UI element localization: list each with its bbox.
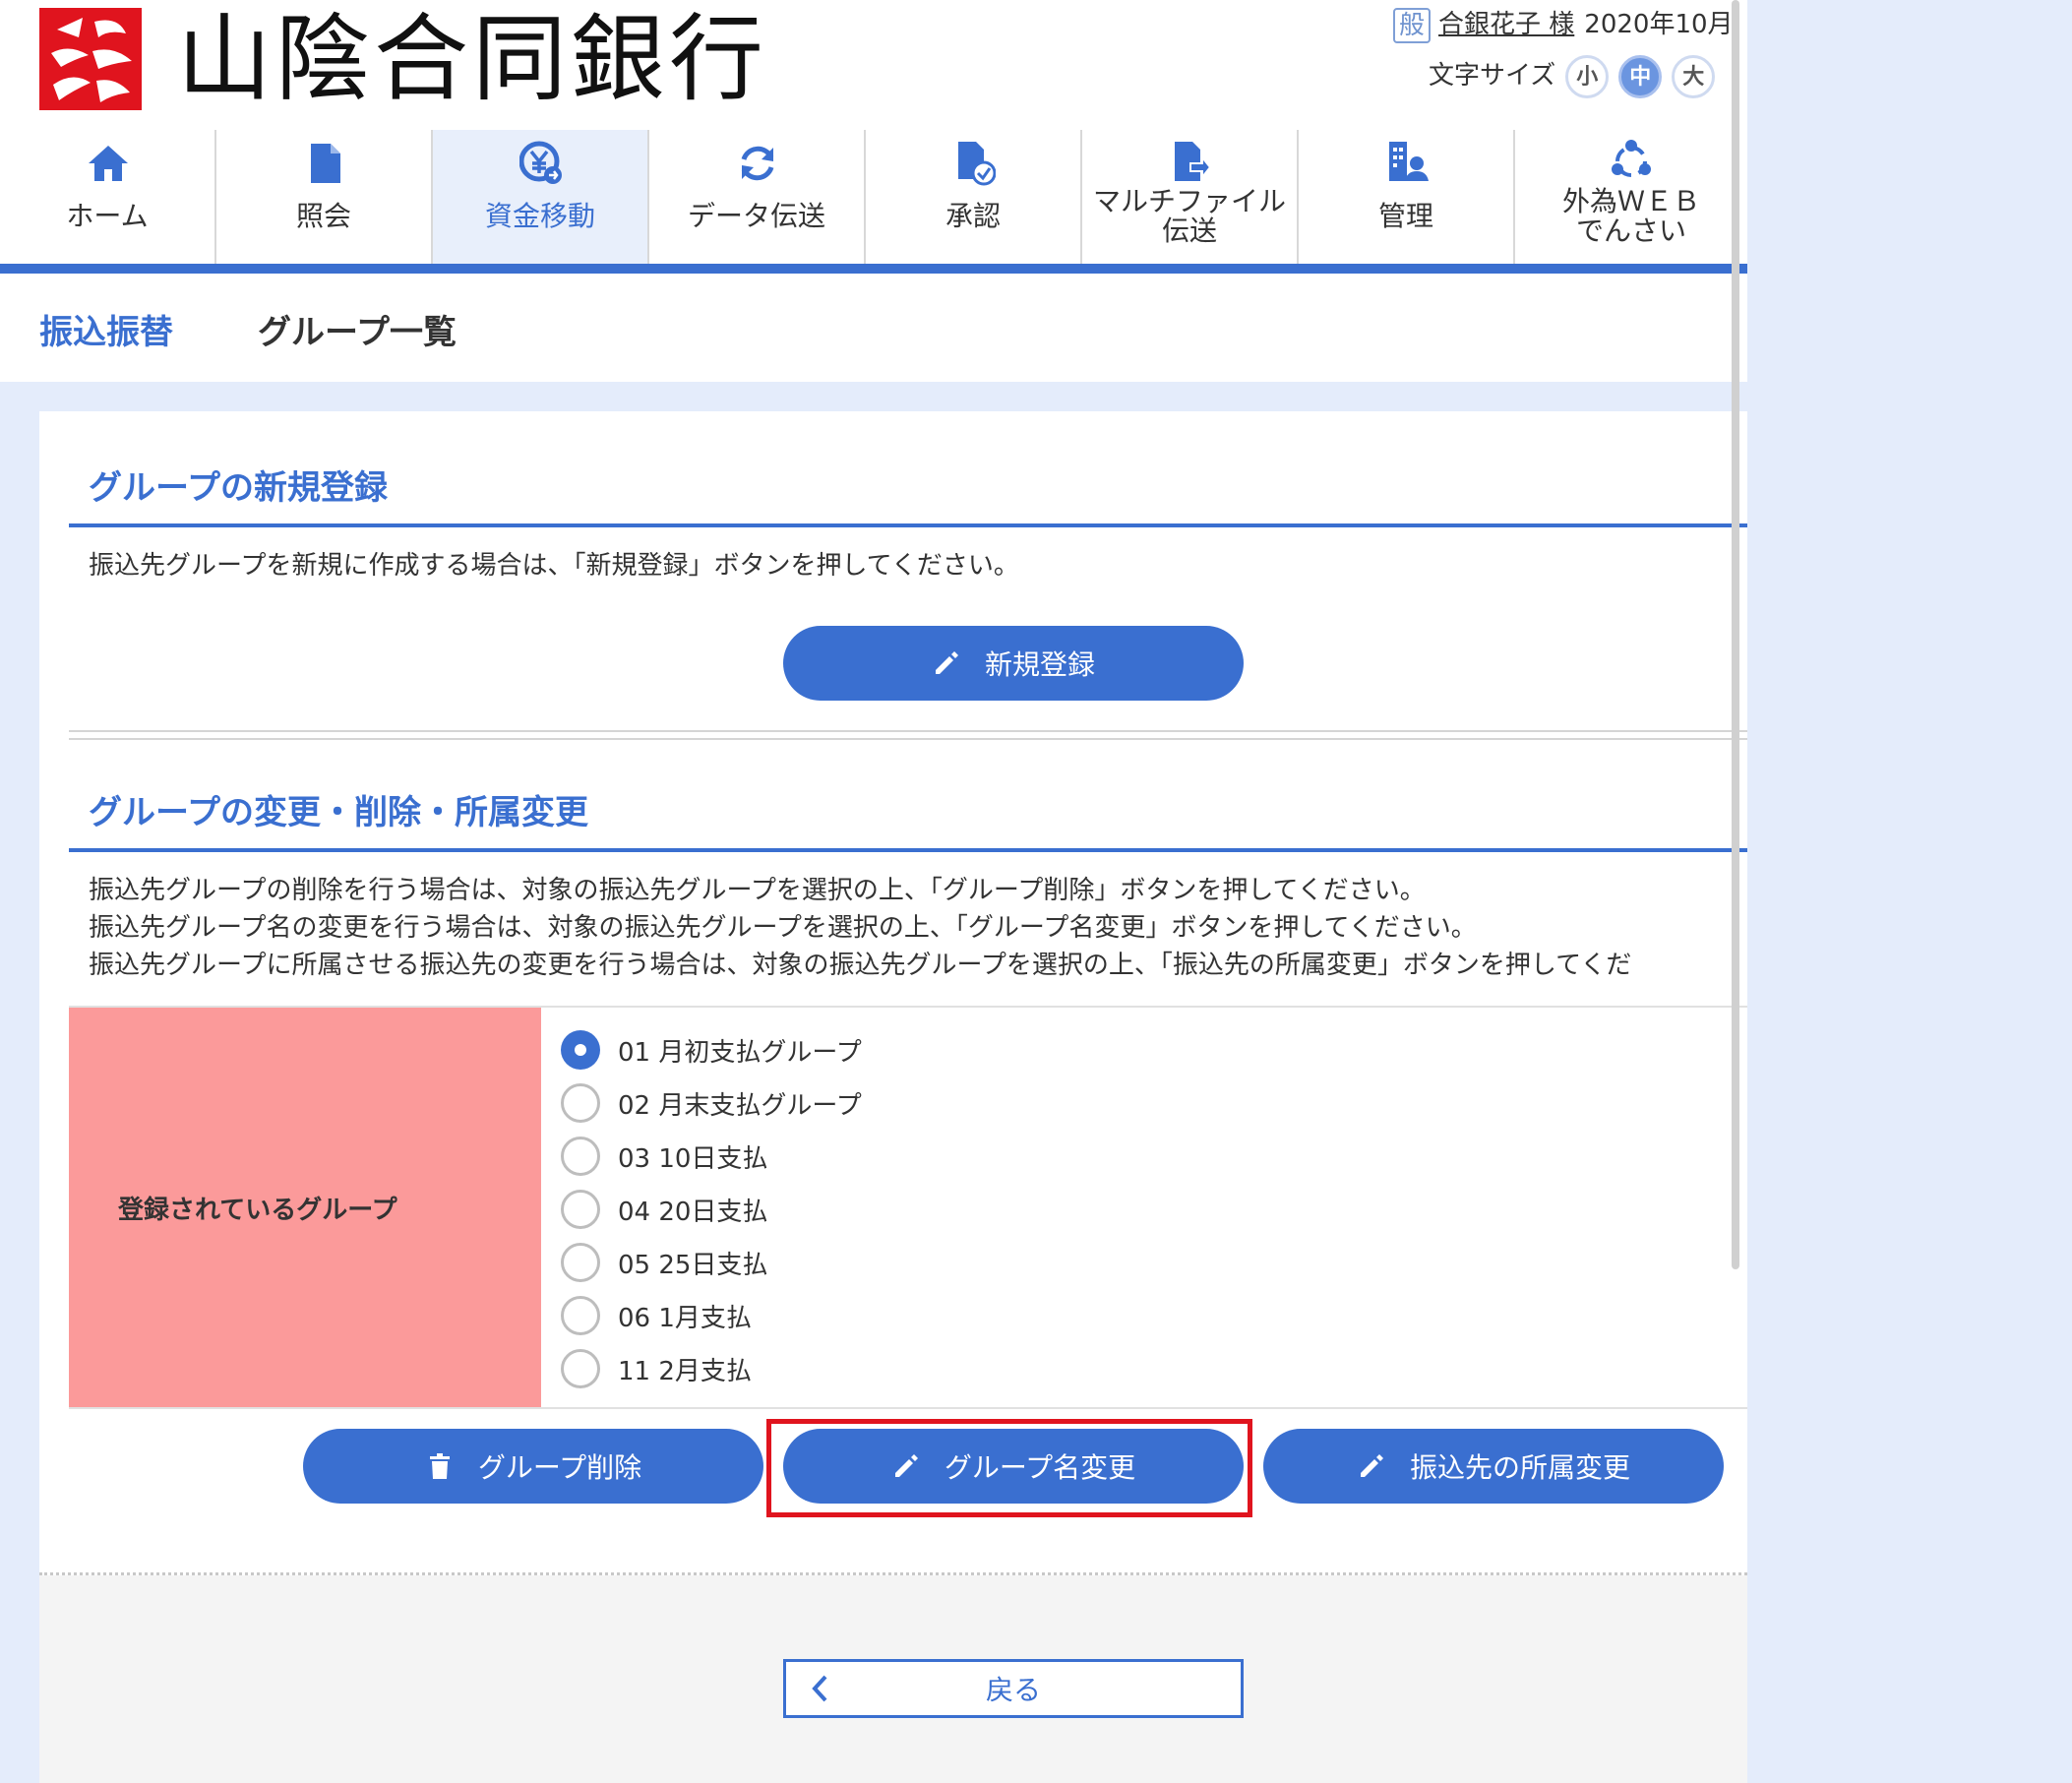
group-option-label: 01 月初支払グループ [618,1037,862,1068]
section-underline [69,848,1747,852]
group-radio-list: 01 月初支払グループ 02 月末支払グループ 03 10日支払 04 20日支… [561,1023,862,1395]
radio-button[interactable] [561,1190,600,1229]
admin-icon [1389,142,1429,181]
radio-button[interactable] [561,1137,600,1176]
bank-logo-icon [39,8,142,110]
nav-label: ホーム [66,200,149,232]
group-option-label: 02 月末支払グループ [618,1090,862,1121]
nav-data-transfer[interactable]: データ伝送 [649,130,866,264]
network-icon [1612,140,1651,177]
back-button[interactable]: 戻る [783,1659,1244,1718]
group-option-label: 06 1月支払 [618,1303,752,1333]
nav-admin[interactable]: 管理 [1299,130,1515,264]
font-size-label: 文字サイズ [1429,61,1556,91]
pencil-icon [1360,1454,1383,1477]
nav-forex-densai[interactable]: 外為ＷＥＢ でんさい [1515,130,1747,264]
breadcrumb-parent[interactable]: 振込振替 [39,305,173,353]
group-delete-button-label: グループ削除 [477,1451,642,1484]
radio-button[interactable] [561,1349,600,1388]
file-upload-icon [1175,142,1212,181]
breadcrumb: 振込振替 グループ一覧 [0,274,1747,382]
radio-button[interactable] [561,1030,600,1070]
radio-button[interactable] [561,1243,600,1282]
user-name-link[interactable]: 合銀花子 様 [1438,10,1574,39]
group-option-05[interactable]: 05 25日支払 [561,1236,862,1289]
group-table-header: 登録されているグループ [69,1008,541,1407]
group-option-label: 11 2月支払 [618,1356,752,1386]
nav-label: 管理 [1377,200,1433,232]
group-option-11[interactable]: 11 2月支払 [561,1342,862,1395]
header: 山陰合同銀行 般合銀花子 様 2020年10月 文字サイズ小中大 [0,0,1747,128]
font-size-large-button[interactable]: 大 [1672,54,1716,98]
nav-home[interactable]: ホーム [0,130,216,264]
radio-button[interactable] [561,1083,600,1123]
nav-label: 照会 [295,200,351,232]
member-change-button[interactable]: 振込先の所属変更 [1263,1429,1724,1504]
section-underline [69,523,1747,527]
group-option-06[interactable]: 06 1月支払 [561,1289,862,1342]
login-date: 2020年10月 [1584,10,1734,39]
section-edit-description-2: 振込先グループ名の変更を行う場合は、対象の振込先グループを選択の上、「グループ名… [89,913,1477,943]
back-button-label: 戻る [985,1674,1041,1706]
page-title: グループ一覧 [258,313,457,352]
group-delete-button[interactable]: グループ削除 [303,1429,763,1504]
nav-inquiry[interactable]: 照会 [216,130,433,264]
group-option-02[interactable]: 02 月末支払グループ [561,1076,862,1130]
font-size-small-button[interactable]: 小 [1565,54,1610,98]
pencil-icon [935,651,958,674]
group-option-label: 03 10日支払 [618,1143,768,1174]
highlight-box [766,1419,1252,1517]
radio-button[interactable] [561,1296,600,1335]
nav-approval[interactable]: 承認 [866,130,1082,264]
group-table-header-label: 登録されているグループ [118,1195,397,1225]
font-size-selector: 文字サイズ小中大 [1429,51,1747,100]
nav-label: データ伝送 [687,200,825,232]
member-change-button-label: 振込先の所属変更 [1409,1451,1630,1484]
section-title-edit: グループの変更・削除・所属変更 [89,793,588,832]
chevron-left-icon [812,1675,827,1702]
section-edit-description-1: 振込先グループの削除を行う場合は、対象の振込先グループを選択の上、「グループ削除… [89,876,1426,905]
new-register-button-label: 新規登録 [984,648,1095,681]
section-title-new: グループの新規登録 [89,468,388,508]
document-icon [311,144,340,183]
yen-transfer-icon [519,141,562,184]
scrollbar-thumb[interactable] [1732,0,1739,1269]
nav-underline [0,264,1747,274]
group-table: 登録されているグループ 01 月初支払グループ 02 月末支払グループ 03 1… [69,1006,1747,1409]
nav-fund-transfer[interactable]: 資金移動 [433,130,649,264]
app-window: 山陰合同銀行 般合銀花子 様 2020年10月 文字サイズ小中大 ホーム 照会 資… [0,0,1747,1783]
global-nav: ホーム 照会 資金移動 データ伝送 承認 マルチファイル伝送 管理 外為ＷＥＢ [0,130,1747,264]
group-option-01[interactable]: 01 月初支払グループ [561,1023,862,1076]
nav-label: 外為ＷＥＢ でんさい [1561,185,1700,247]
new-register-button[interactable]: 新規登録 [783,626,1244,701]
section-new-description: 振込先グループを新規に作成する場合は、「新規登録」ボタンを押してください。 [89,551,1019,581]
group-option-04[interactable]: 04 20日支払 [561,1183,862,1236]
home-icon [89,146,128,181]
nav-label: マルチファイル 伝送 [1092,185,1286,247]
bank-name: 山陰合同銀行 [177,4,767,114]
group-option-03[interactable]: 03 10日支払 [561,1130,862,1183]
nav-label: 資金移動 [484,200,595,232]
sync-icon [741,146,774,181]
user-info: 般合銀花子 様 2020年10月 [1393,4,1747,45]
nav-multi-file[interactable]: マルチファイル 伝送 [1082,130,1299,264]
section-divider [69,730,1747,740]
nav-label: 承認 [945,200,1001,232]
group-option-label: 05 25日支払 [618,1250,768,1280]
approve-icon [958,142,996,186]
user-type-badge: 般 [1393,7,1432,43]
font-size-medium-button[interactable]: 中 [1618,54,1663,98]
group-option-label: 04 20日支払 [618,1197,768,1227]
trash-icon [429,1453,450,1479]
vertical-scrollbar[interactable] [1730,0,1743,1269]
section-edit-description-3: 振込先グループに所属させる振込先の変更を行う場合は、対象の振込先グループを選択の… [89,951,1632,980]
